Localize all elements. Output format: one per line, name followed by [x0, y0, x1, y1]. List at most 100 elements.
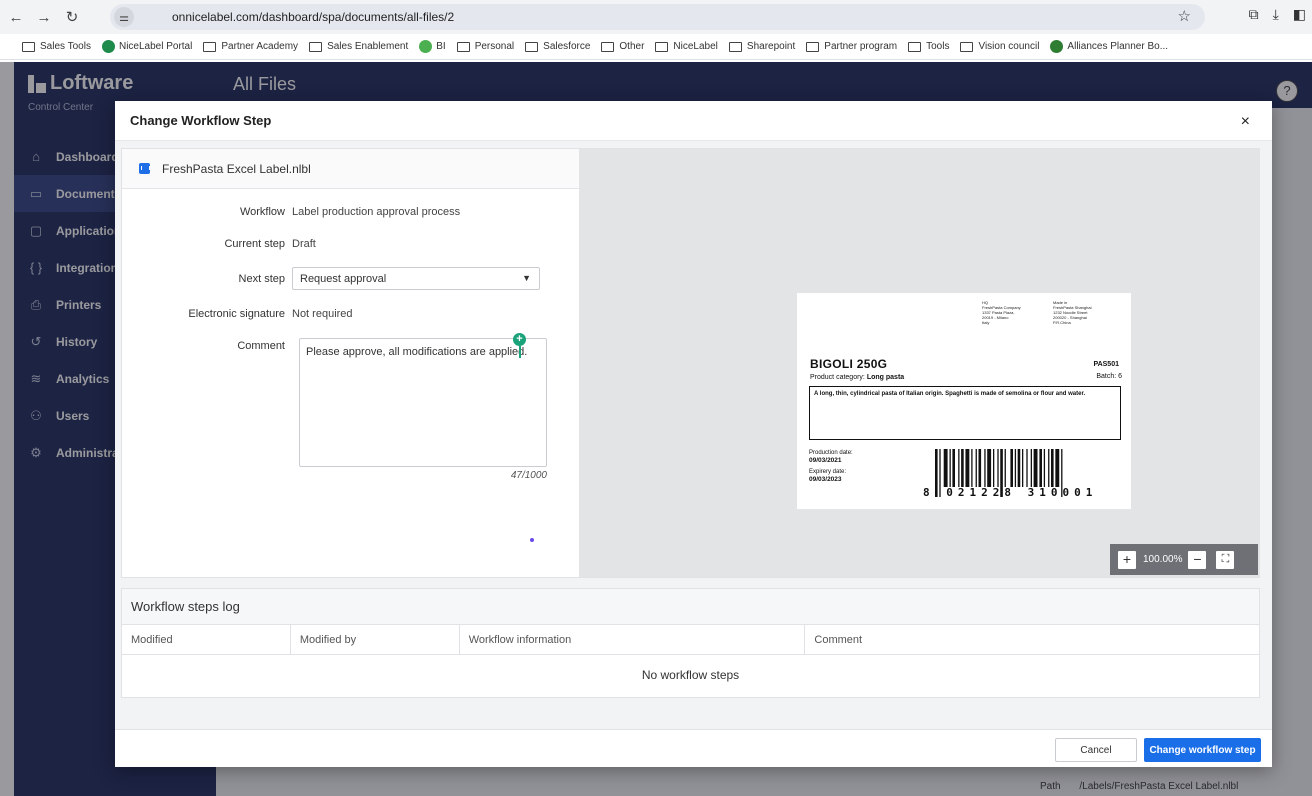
folder-icon	[203, 41, 217, 52]
bookmark-label: Vision council	[978, 41, 1040, 52]
hq-address: HQ FreshPasta Company 1337 Pasta Plaza, 200…	[982, 300, 1021, 325]
next-step-select[interactable]: Request approval ▼	[292, 267, 540, 290]
chevron-down-icon: ▼	[522, 273, 531, 283]
extensions-icon[interactable]: ⧉	[1249, 6, 1259, 23]
bookmark-item[interactable]: NiceLabel Portal	[101, 40, 193, 53]
folder-icon	[22, 41, 35, 52]
comment-textarea[interactable]: Please approve, all modifications are ap…	[299, 338, 547, 467]
barcode-bar	[1014, 449, 1017, 487]
bookmark-star-icon[interactable]: ☆	[1178, 7, 1191, 25]
barcode-bar	[1051, 449, 1054, 487]
fit-screen-icon[interactable]: ⛶	[1216, 550, 1235, 569]
zoom-out-icon[interactable]: −	[1188, 550, 1207, 569]
product-code: PAS501	[1093, 361, 1119, 368]
next-step-row: Next step Request approval ▼	[122, 267, 579, 290]
bookmark-label: BI	[436, 41, 446, 52]
log-column-header[interactable]: Comment	[805, 625, 1259, 654]
folder-icon	[456, 41, 470, 52]
bookmark-label: Sales Tools	[40, 41, 91, 52]
bookmark-item[interactable]: Partner program	[806, 41, 897, 52]
folder-icon	[525, 41, 539, 52]
bookmark-item[interactable]: Other	[601, 41, 644, 52]
bookmark-item[interactable]: BI	[419, 40, 446, 53]
zoom-controls: + 100.00% − ⛶	[1110, 544, 1258, 575]
log-column-header[interactable]: Modified	[122, 625, 291, 654]
bookmark-label: Alliances Planner Bo...	[1067, 41, 1169, 52]
bookmark-item[interactable]: Tools	[908, 41, 949, 52]
folder-icon	[601, 41, 615, 52]
dot-indicator	[530, 538, 534, 542]
production-label: Production date:	[809, 450, 853, 456]
sidepanel-icon[interactable]: ◧	[1293, 6, 1306, 23]
label-preview: HQ FreshPasta Company 1337 Pasta Plaza, 200…	[579, 149, 1260, 577]
workflow-log: Workflow steps log Modified Modified by Wo…	[121, 588, 1260, 698]
bookmark-label: Other	[619, 41, 645, 52]
barcode-bar	[1039, 449, 1042, 487]
signature-label: Electronic signature	[188, 308, 285, 320]
next-step-value: Request approval	[300, 272, 387, 285]
address-bar[interactable]: ⚌ onnicelabel.com/dashboard/spa/document…	[110, 4, 1205, 30]
barcode-bar	[1010, 449, 1013, 487]
bookmark-label: NiceLabel	[673, 41, 718, 52]
bookmark-item[interactable]: Vision council	[960, 41, 1039, 52]
dialog-footer: Cancel Change workflow step	[115, 729, 1272, 767]
barcode-bar	[961, 449, 964, 487]
close-icon[interactable]: ×	[1241, 113, 1250, 131]
favicon-icon	[101, 40, 115, 53]
dialog-title: Change Workflow Step	[130, 113, 272, 128]
bookmark-item[interactable]: Salesforce	[525, 41, 590, 52]
bookmark-item[interactable]: Partner Academy	[203, 41, 298, 52]
favicon-icon	[419, 40, 433, 53]
barcode-bar	[1026, 449, 1028, 487]
barcode-bar	[1030, 449, 1032, 487]
current-step-row: Current step Draft	[122, 238, 579, 250]
plus-icon[interactable]: +	[513, 333, 526, 346]
signature-value: Not required	[292, 308, 353, 320]
category-value: Long pasta	[866, 374, 905, 381]
bookmark-item[interactable]: Personal	[456, 41, 514, 52]
comment-counter: 47/1000	[510, 470, 547, 481]
barcode-bar	[1017, 449, 1021, 487]
barcode-bar	[1022, 449, 1024, 487]
forward-icon[interactable]: →	[32, 5, 56, 29]
bookmark-item[interactable]: Sales Tools	[22, 41, 91, 52]
change-workflow-step-button[interactable]: Change workflow step	[1144, 738, 1261, 762]
barcode-bar	[997, 449, 999, 487]
reload-icon[interactable]: ↻	[60, 5, 84, 29]
bookmark-item[interactable]: Alliances Planner Bo...	[1050, 40, 1168, 53]
barcode-bar	[952, 449, 955, 487]
product-name: BIGOLI 250G	[810, 357, 888, 371]
bookmark-label: Partner Academy	[221, 41, 299, 52]
batch-number: Batch: 6	[1096, 373, 1122, 380]
current-step-value: Draft	[292, 238, 316, 250]
back-icon[interactable]: ←	[4, 5, 28, 29]
bookmark-item[interactable]: Sharepoint	[728, 41, 795, 52]
site-settings-icon[interactable]: ⚌	[114, 7, 134, 27]
label-file-icon	[139, 163, 150, 174]
download-icon[interactable]: ⤓	[1273, 6, 1279, 23]
bookmark-item[interactable]: NiceLabel	[655, 41, 718, 52]
category-label: Product category:	[810, 374, 865, 381]
barcode-bar	[1055, 449, 1060, 487]
workflow-value: Label production approval process	[292, 206, 461, 218]
barcode-bar	[1004, 449, 1006, 487]
barcode-bar	[943, 449, 948, 487]
log-column-header[interactable]: Modified by	[291, 625, 460, 654]
bookmark-label: NiceLabel Portal	[118, 41, 193, 52]
bookmark-item[interactable]: Sales Enablement	[309, 41, 408, 52]
comment-label: Comment	[237, 340, 285, 352]
zoom-level: 100.00%	[1143, 554, 1183, 565]
bookmark-label: Partner program	[824, 41, 898, 52]
barcode-bar	[971, 449, 973, 487]
folder-icon	[908, 41, 922, 52]
dialog-header: Change Workflow Step	[115, 101, 1272, 141]
step-form: FreshPasta Excel Label.nlbl Workflow Lab…	[122, 149, 579, 577]
log-column-header[interactable]: Workflow information	[460, 625, 806, 654]
barcode-bar	[965, 449, 970, 487]
cancel-button[interactable]: Cancel	[1055, 738, 1137, 762]
zoom-in-icon[interactable]: +	[1118, 550, 1136, 569]
address-line: P.R.China	[1053, 320, 1071, 325]
folder-icon	[309, 41, 323, 52]
signature-row: Electronic signature Not required	[122, 308, 579, 320]
barcode-bar	[949, 449, 951, 487]
